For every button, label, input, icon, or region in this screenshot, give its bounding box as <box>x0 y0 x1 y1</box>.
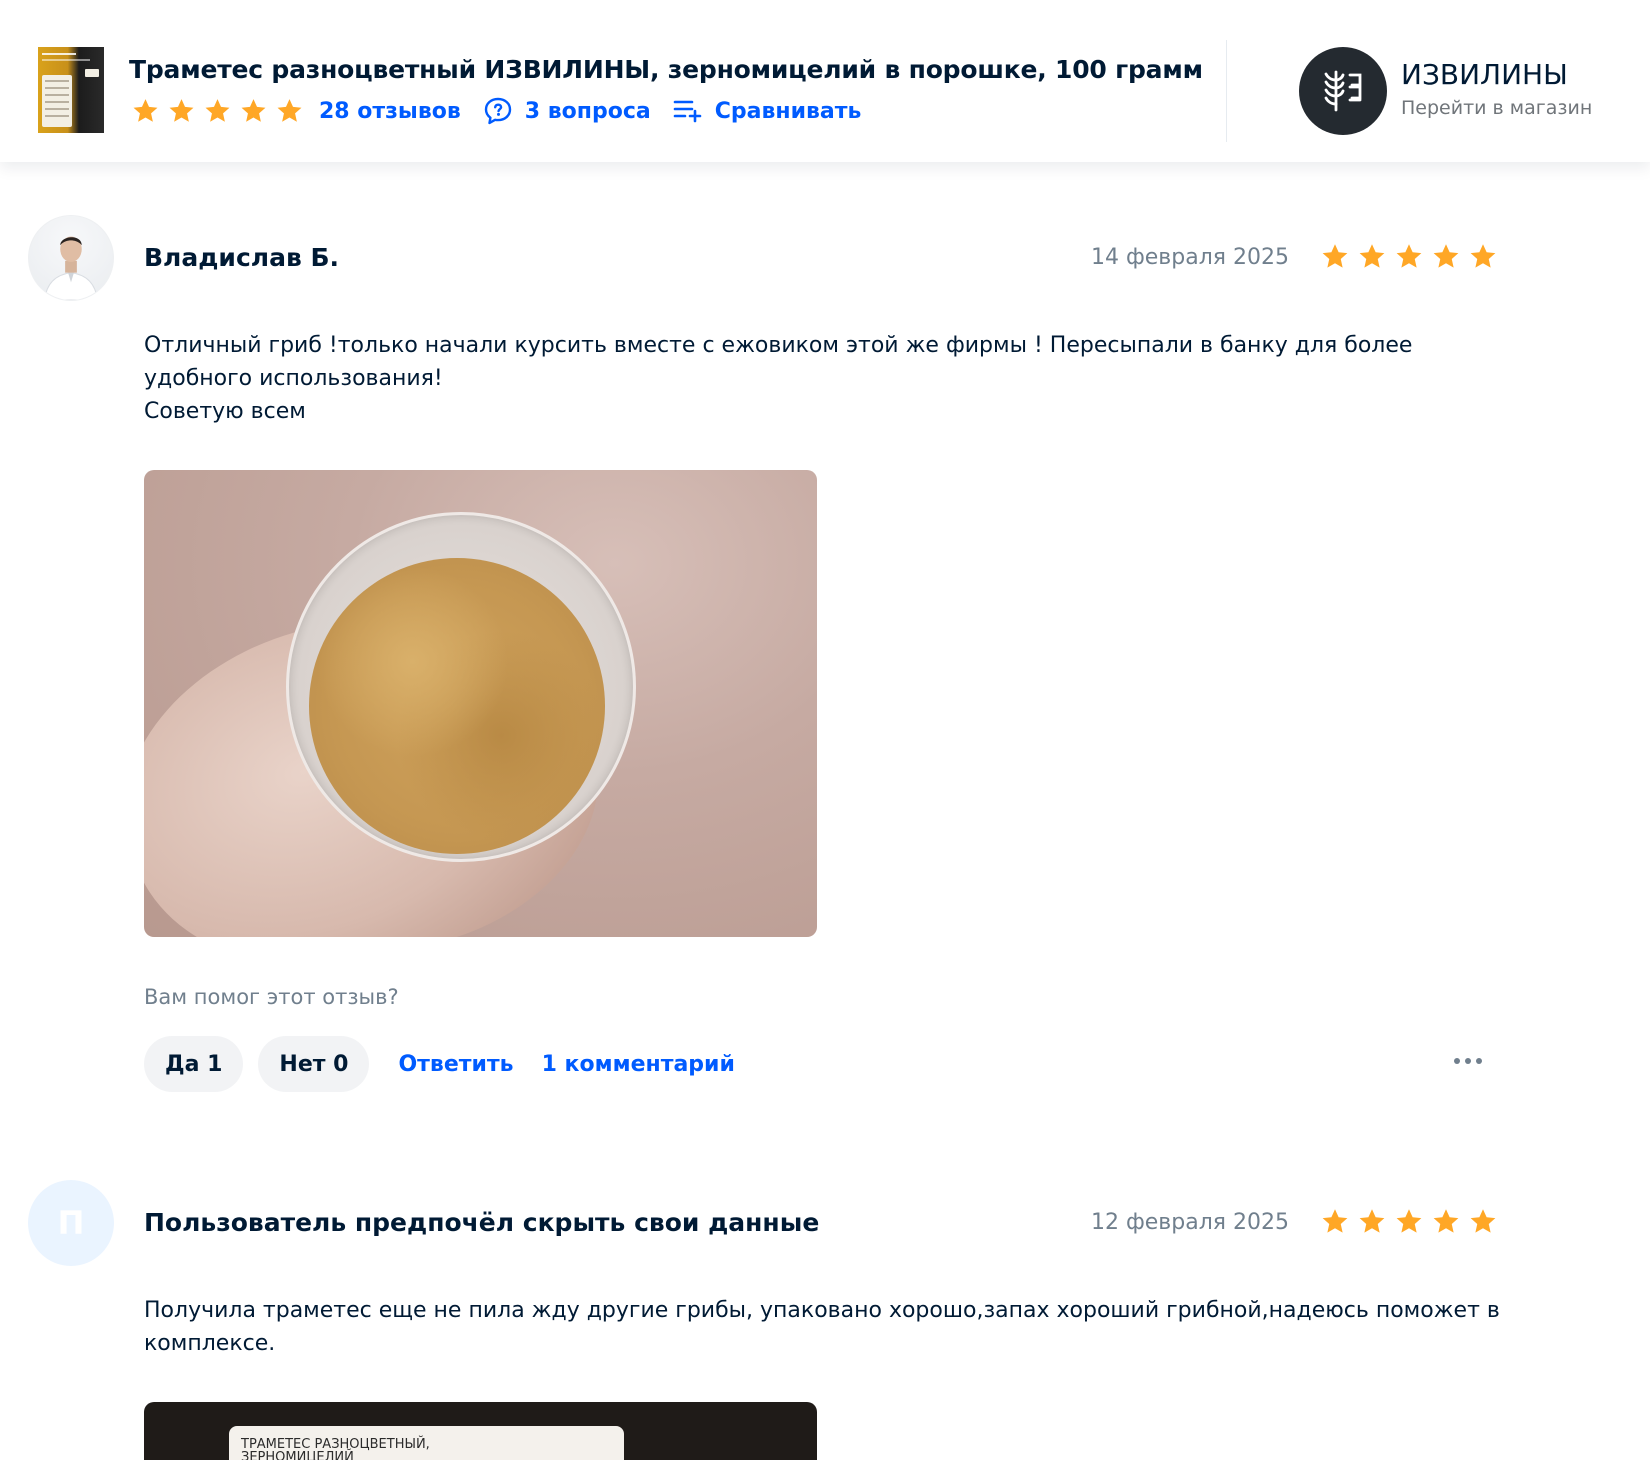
product-sticky-header: Траметес разноцветный ИЗВИЛИНЫ, зерномиц… <box>0 0 1650 162</box>
review-photo[interactable]: ТРАМЕТЕС РАЗНОЦВЕТНЫЙ, ЗЕРНОМИЦЕЛИЙ <box>144 1402 817 1460</box>
header-divider <box>1226 40 1227 142</box>
review-author[interactable]: Пользователь предпочёл скрыть свои данны… <box>144 1208 819 1237</box>
star-icon <box>1470 1209 1496 1233</box>
review-photo[interactable] <box>144 470 817 937</box>
user-photo-icon <box>44 236 98 300</box>
question-bubble-icon <box>484 97 511 125</box>
star-icon <box>205 98 230 122</box>
compare-list-icon <box>673 100 702 123</box>
review-date: 14 февраля 2025 <box>1090 245 1289 270</box>
star-icon <box>133 98 158 122</box>
review-text: Получила траметес еще не пила жду другие… <box>144 1298 1500 1356</box>
review-rating-stars <box>1320 1207 1498 1237</box>
comments-link[interactable]: 1 комментарий <box>542 1052 735 1077</box>
product-rating-stars[interactable] <box>131 97 304 126</box>
review-author[interactable]: Владислав Б. <box>144 243 339 272</box>
more-options-icon[interactable] <box>1454 1058 1482 1064</box>
product-thumbnail[interactable] <box>38 47 104 133</box>
questions-link-label: 3 вопроса <box>524 98 651 124</box>
star-icon <box>1396 244 1422 268</box>
compare-link[interactable]: Сравнивать <box>673 98 862 124</box>
reply-link[interactable]: Ответить <box>398 1052 513 1077</box>
review-text: Отличный гриб !только начали курсить вме… <box>144 333 1413 424</box>
review-rating-stars <box>1320 242 1498 272</box>
powder-fill <box>309 558 605 854</box>
star-icon <box>1433 1209 1459 1233</box>
product-meta-row: 28 отзывов 3 вопроса Сравнивать <box>131 94 861 128</box>
package-label-text: ТРАМЕТЕС РАЗНОЦВЕТНЫЙ, ЗЕРНОМИЦЕЛИЙ <box>241 1437 430 1460</box>
review-date: 12 февраля 2025 <box>1090 1210 1289 1235</box>
compare-link-label: Сравнивать <box>714 98 862 124</box>
star-icon <box>1359 244 1385 268</box>
star-icon <box>1359 1209 1385 1233</box>
helpful-no-button[interactable]: Нет 0 <box>258 1036 370 1092</box>
star-icon <box>169 98 194 122</box>
star-icon <box>277 98 302 122</box>
shop-name[interactable]: ИЗВИЛИНЫ <box>1401 58 1568 91</box>
helpful-yes-button[interactable]: Да 1 <box>144 1036 244 1092</box>
avatar[interactable]: П <box>28 1180 114 1266</box>
shop-logo[interactable] <box>1299 47 1387 135</box>
avatar[interactable] <box>28 215 114 301</box>
package-label: ТРАМЕТЕС РАЗНОЦВЕТНЫЙ, ЗЕРНОМИЦЕЛИЙ <box>229 1426 624 1460</box>
star-icon <box>1470 244 1496 268</box>
reviews-count-link[interactable]: 28 отзывов <box>319 99 461 124</box>
star-icon <box>1396 1209 1422 1233</box>
review-actions: Да 1 Нет 0 Ответить 1 комментарий <box>144 1036 1500 1092</box>
go-to-shop-link[interactable]: Перейти в магазин <box>1401 97 1592 119</box>
star-icon <box>1433 244 1459 268</box>
star-icon <box>1322 244 1348 268</box>
star-icon <box>1322 1209 1348 1233</box>
shop-logo-icon <box>1324 70 1362 112</box>
star-icon <box>241 98 266 122</box>
product-title[interactable]: Траметес разноцветный ИЗВИЛИНЫ, зерномиц… <box>129 55 1203 84</box>
helpful-question: Вам помог этот отзыв? <box>144 985 399 1009</box>
questions-link[interactable]: 3 вопроса <box>483 96 651 126</box>
